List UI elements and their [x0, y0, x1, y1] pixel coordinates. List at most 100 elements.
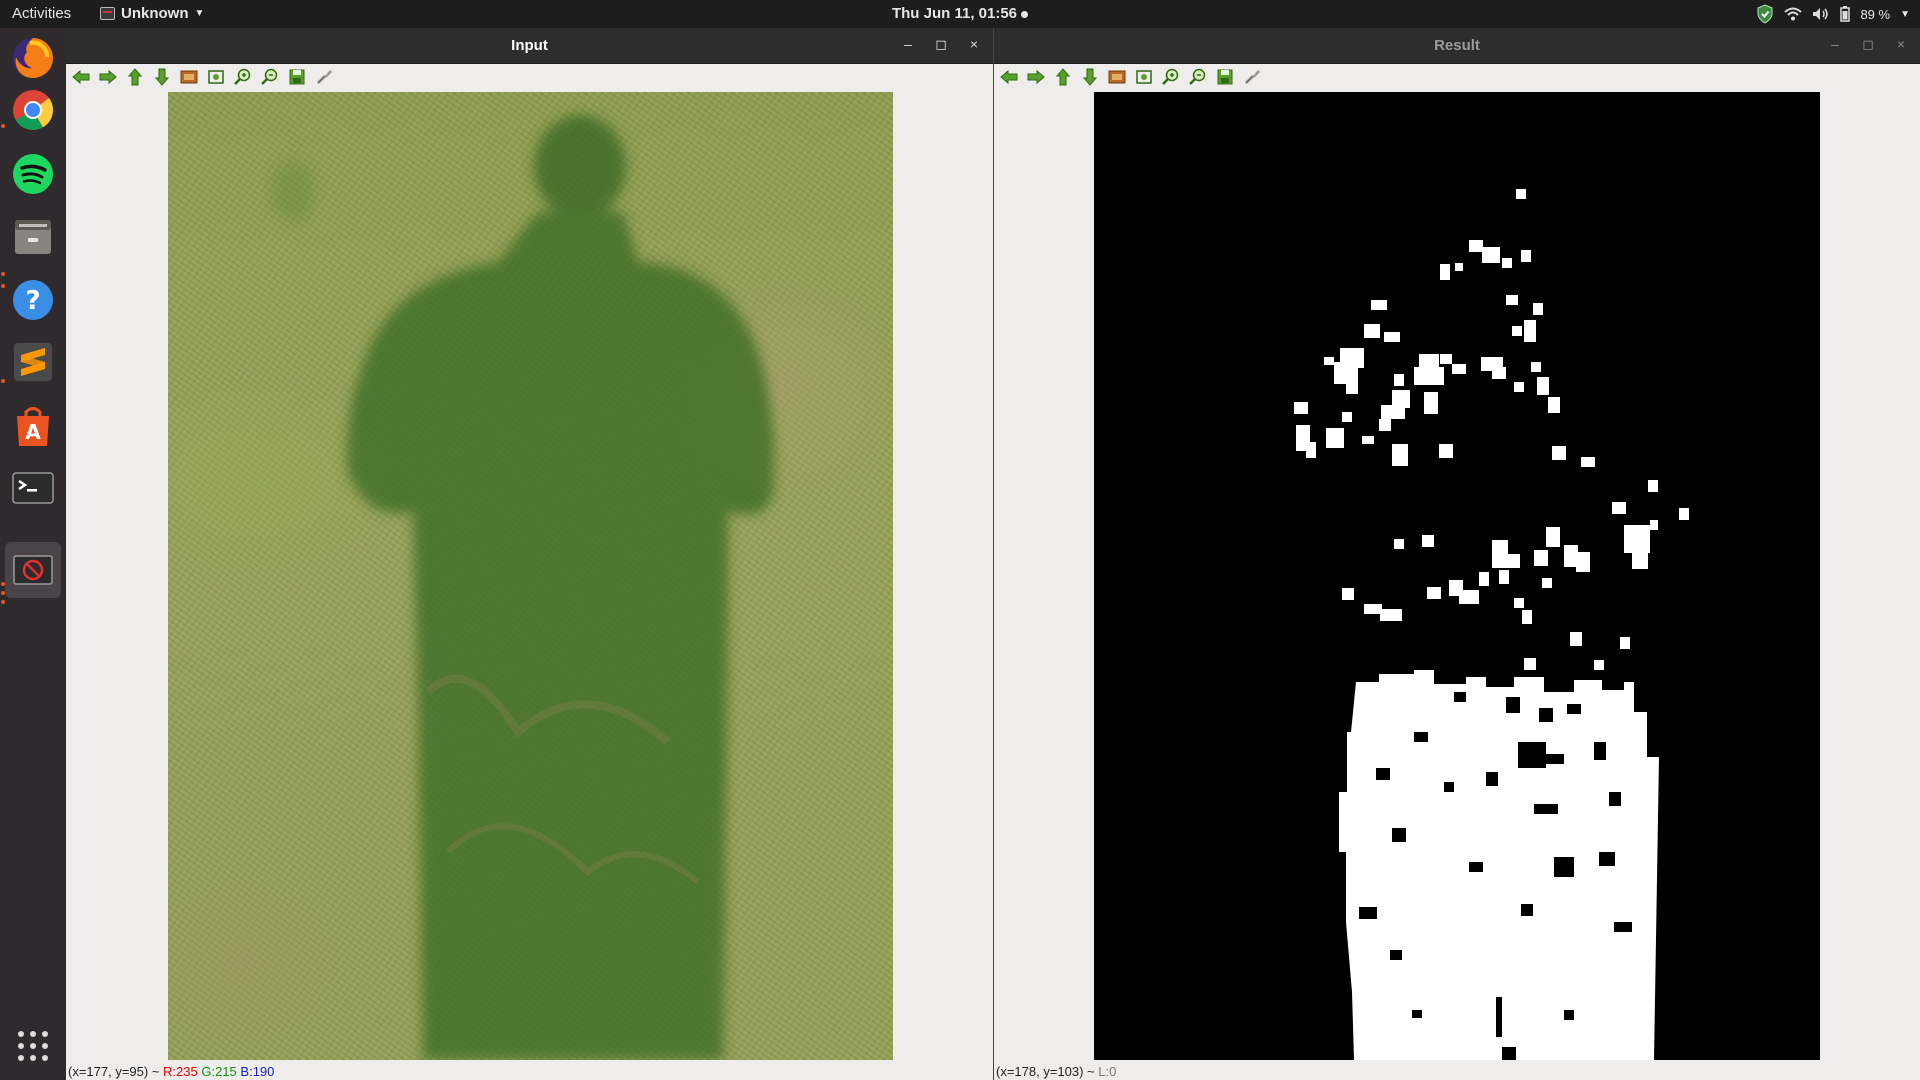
window-title: Result — [1434, 37, 1480, 54]
dock-item-show-apps[interactable] — [5, 1018, 61, 1074]
status-luminance: L:0 — [1098, 1064, 1117, 1079]
status-green: G:215 — [201, 1064, 237, 1079]
dock-item-sublime[interactable] — [5, 334, 61, 390]
pan-left-button[interactable] — [998, 68, 1020, 90]
save-icon — [289, 69, 305, 90]
pan-up-button[interactable] — [124, 67, 146, 91]
system-tray[interactable]: 89 % ▼ — [1756, 4, 1910, 24]
zoom-in-icon — [234, 68, 252, 91]
zoom-fit-button[interactable] — [178, 68, 200, 90]
zoom-out-icon — [261, 68, 279, 91]
help-icon: ? — [13, 280, 53, 320]
zoom-original-button[interactable] — [1133, 68, 1155, 90]
close-button[interactable]: × — [1892, 36, 1910, 52]
zoom-original-icon — [207, 69, 225, 90]
zoom-fit-button[interactable] — [1106, 68, 1128, 90]
pan-down-icon — [1082, 68, 1098, 91]
pan-up-icon — [1055, 67, 1071, 91]
zoom-in-button[interactable] — [1160, 68, 1182, 90]
properties-icon — [315, 68, 333, 91]
result-titlebar[interactable]: Result – ◻ × — [994, 28, 1920, 64]
result-statusbar: (x=178, y=103) ~ L:0 — [996, 1064, 1116, 1080]
threshold-mask — [1294, 189, 1689, 1060]
top-bar: Activities Unknown ▼ Thu Jun 11, 01:56 8… — [0, 0, 1920, 28]
pan-right-icon — [99, 69, 117, 90]
pan-left-icon — [72, 69, 90, 90]
pan-right-button[interactable] — [97, 68, 119, 90]
notification-dot-icon — [1021, 10, 1029, 18]
zoom-out-icon — [1189, 68, 1207, 91]
dock-item-chrome[interactable] — [5, 82, 61, 138]
input-statusbar: (x=177, y=95) ~ R:235 G:215 B:190 — [68, 1064, 274, 1080]
battery-label: 89 % — [1860, 6, 1891, 22]
zoom-original-icon — [1135, 69, 1153, 90]
save-button[interactable] — [1214, 68, 1236, 90]
shadow-silhouette — [271, 115, 774, 1060]
running-indicator — [1, 600, 5, 604]
maximize-button[interactable]: ◻ — [932, 36, 950, 53]
software-center-icon: A — [17, 407, 49, 446]
zoom-in-button[interactable] — [232, 68, 254, 90]
pan-down-icon — [154, 68, 170, 91]
battery-icon — [1840, 6, 1851, 22]
zoom-original-button[interactable] — [205, 68, 227, 90]
pan-right-button[interactable] — [1025, 68, 1047, 90]
zoom-fit-icon — [180, 69, 198, 90]
result-toolbar — [994, 64, 1920, 92]
svg-text:A: A — [25, 420, 41, 444]
pan-left-icon — [1000, 69, 1018, 90]
chrome-icon — [13, 90, 53, 130]
dock-item-opencv-window[interactable] — [5, 542, 61, 598]
maximize-button[interactable]: ◻ — [1859, 36, 1877, 53]
result-image[interactable] — [1094, 92, 1820, 1060]
pan-right-icon — [1027, 69, 1045, 90]
input-titlebar[interactable]: Input – ◻ × — [66, 28, 993, 64]
svg-text:?: ? — [25, 286, 40, 316]
properties-icon — [1243, 68, 1261, 91]
pan-down-button[interactable] — [151, 68, 173, 90]
properties-button[interactable] — [1241, 68, 1263, 90]
wifi-icon — [1784, 7, 1803, 21]
properties-button[interactable] — [313, 68, 335, 90]
sublime-text-icon — [14, 343, 52, 381]
shield-update-icon[interactable] — [1756, 4, 1774, 24]
input-toolbar — [66, 64, 993, 92]
spotify-icon — [13, 154, 53, 194]
dock-item-help[interactable]: ? — [5, 272, 61, 328]
pan-up-icon — [127, 67, 143, 91]
zoom-fit-icon — [1108, 69, 1126, 90]
dock-item-files[interactable] — [5, 208, 61, 264]
save-icon — [1217, 69, 1233, 90]
pan-up-button[interactable] — [1052, 67, 1074, 91]
zoom-out-button[interactable] — [1187, 68, 1209, 90]
dock-item-software[interactable]: A — [5, 398, 61, 454]
dock-item-firefox[interactable] — [5, 30, 61, 86]
clock-label: Thu Jun 11, 01:56 — [891, 5, 1018, 22]
status-coords: (x=177, y=95) ~ — [68, 1064, 160, 1079]
status-coords: (x=178, y=103) ~ — [996, 1064, 1095, 1079]
result-window: Result – ◻ × (x=178, y=103) ~ L:0 — [994, 28, 1920, 1080]
dock-item-terminal[interactable] — [5, 460, 61, 516]
volume-icon — [1812, 7, 1830, 21]
window-title: Input — [511, 37, 548, 54]
save-button[interactable] — [286, 68, 308, 90]
system-menu-caret-icon: ▼ — [1900, 8, 1910, 20]
opencv-window-icon — [13, 555, 53, 585]
terminal-icon — [12, 472, 54, 504]
zoom-out-button[interactable] — [259, 68, 281, 90]
show-apps-icon — [18, 1031, 48, 1061]
minimize-button[interactable]: – — [899, 36, 917, 52]
pan-left-button[interactable] — [70, 68, 92, 90]
pan-down-button[interactable] — [1079, 68, 1101, 90]
minimize-button[interactable]: – — [1826, 36, 1844, 52]
status-red: R:235 — [163, 1064, 198, 1079]
dock-item-spotify[interactable] — [5, 146, 61, 202]
input-image[interactable] — [168, 92, 893, 1060]
files-icon — [15, 220, 51, 254]
status-blue: B:190 — [240, 1064, 275, 1079]
zoom-in-icon — [1162, 68, 1180, 91]
close-button[interactable]: × — [965, 36, 983, 52]
dock: ? A — [0, 28, 66, 1080]
clock[interactable]: Thu Jun 11, 01:56 — [0, 5, 1920, 22]
input-window: Input – ◻ × (x=177, y=95) ~ R:235 G:215 … — [66, 28, 993, 1080]
